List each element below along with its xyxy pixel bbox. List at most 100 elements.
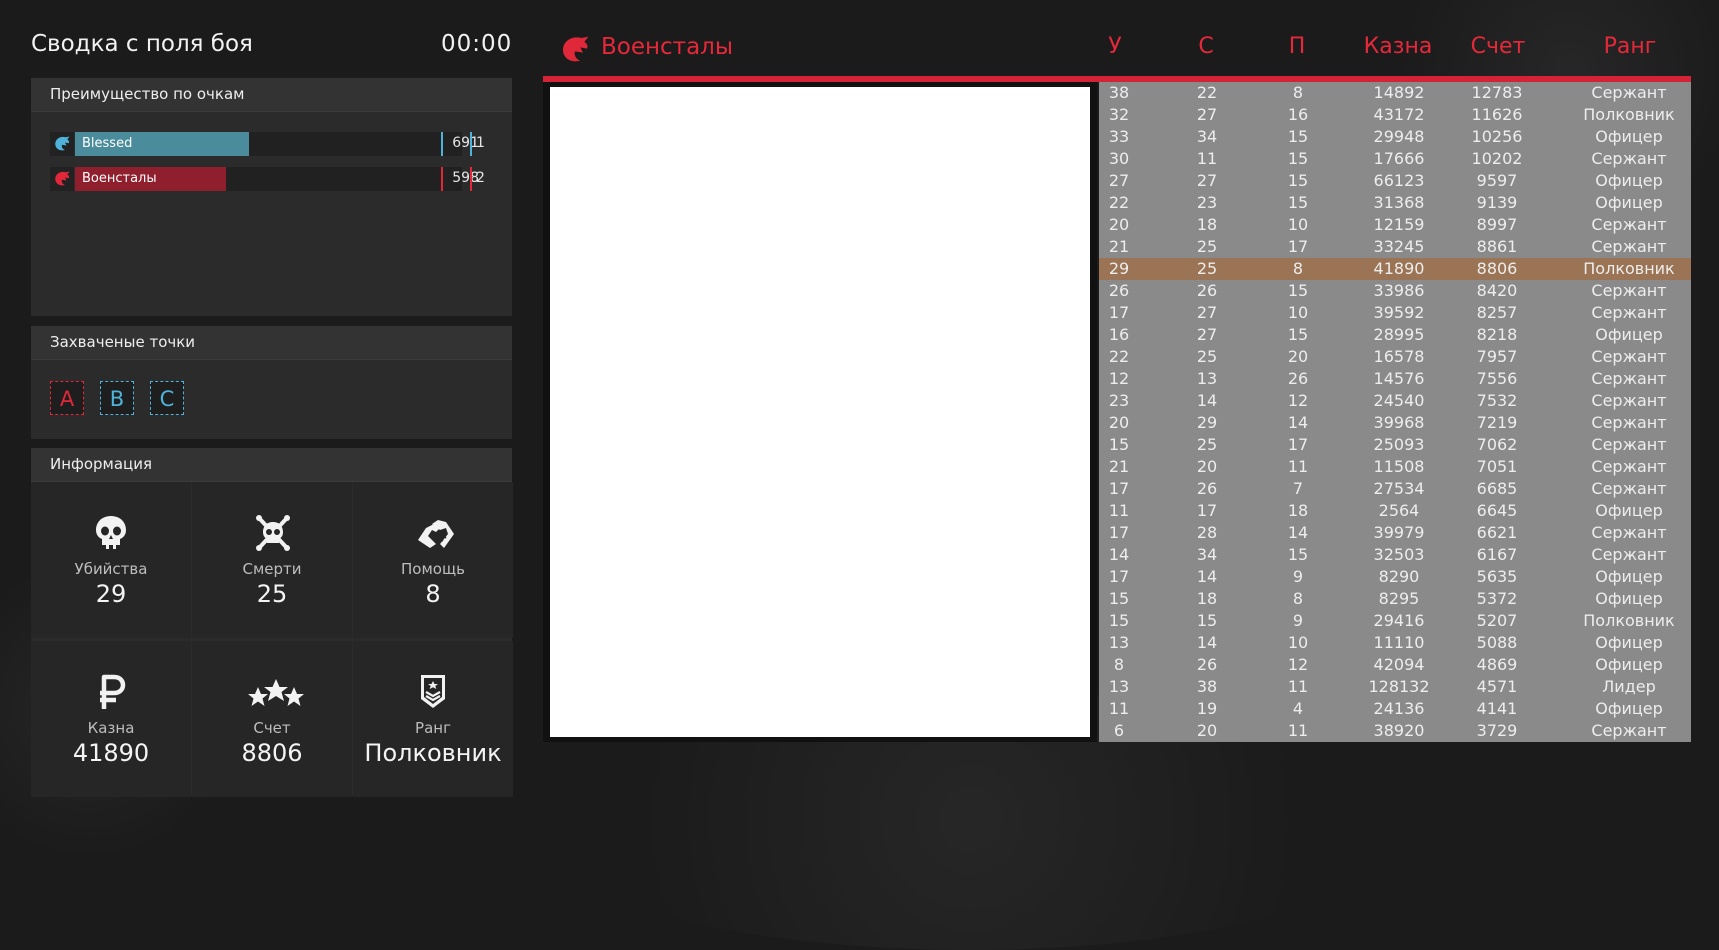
captured-points-panel: Захваченые точки A B C <box>31 326 512 439</box>
table-row[interactable]: 14 34 15 32503 6167 Сержант <box>1099 544 1691 566</box>
table-row[interactable]: 22 25 20 16578 7957 Сержант <box>1099 346 1691 368</box>
team-emblem <box>50 167 74 191</box>
table-row[interactable]: 15 18 8 8295 5372 Офицер <box>1099 588 1691 610</box>
table-row[interactable]: 6 20 11 38920 3729 Сержант <box>1099 720 1691 742</box>
table-cell: 8257 <box>1476 303 1518 322</box>
table-cell: Сержант <box>1591 237 1667 256</box>
column-header-rank[interactable]: Ранг <box>1570 34 1690 59</box>
table-cell: 6685 <box>1476 479 1518 498</box>
stat-label: Убийства <box>74 560 148 578</box>
column-header-score[interactable]: Счет <box>1453 34 1543 59</box>
table-cell: 20 <box>1196 721 1218 740</box>
table-cell: Полковник <box>1583 105 1675 124</box>
table-cell: 21 <box>1108 457 1130 476</box>
stat-deaths: Смерти 25 <box>192 482 352 638</box>
table-row[interactable]: 12 13 26 14576 7556 Сержант <box>1099 368 1691 390</box>
table-cell: 8806 <box>1476 259 1518 278</box>
table-row-current-player[interactable]: 29 25 8 41890 8806 Полковник <box>1099 258 1691 280</box>
table-row[interactable]: 38 22 8 14892 12783 Сержант <box>1099 82 1691 104</box>
table-cell: Сержант <box>1591 281 1667 300</box>
table-cell: 12 <box>1108 369 1130 388</box>
table-cell: 25 <box>1196 259 1218 278</box>
table-row[interactable]: 32 27 16 43172 11626 Полковник <box>1099 104 1691 126</box>
stat-kills: Убийства 29 <box>31 482 191 638</box>
table-row[interactable]: 21 25 17 33245 8861 Сержант <box>1099 236 1691 258</box>
table-row[interactable]: 15 15 9 29416 5207 Полковник <box>1099 610 1691 632</box>
table-cell: 20 <box>1196 457 1218 476</box>
table-row[interactable]: 17 27 10 39592 8257 Сержант <box>1099 302 1691 324</box>
table-cell: Сержант <box>1591 435 1667 454</box>
table-cell: 10 <box>1287 303 1309 322</box>
match-timer: 00:00 <box>441 31 513 57</box>
table-row[interactable]: 20 18 10 12159 8997 Сержант <box>1099 214 1691 236</box>
table-cell: 38920 <box>1373 721 1425 740</box>
table-cell: 66123 <box>1373 171 1425 190</box>
table-row[interactable]: 17 28 14 39979 6621 Сержант <box>1099 522 1691 544</box>
captured-points-title: Захваченые точки <box>31 326 512 360</box>
table-cell: 22 <box>1196 83 1218 102</box>
table-cell: 11626 <box>1471 105 1523 124</box>
table-cell: Полковник <box>1583 259 1675 278</box>
capture-point-a[interactable]: A <box>50 381 84 415</box>
divider <box>470 167 472 191</box>
table-cell: 17 <box>1108 479 1130 498</box>
table-row[interactable]: 17 26 7 27534 6685 Сержант <box>1099 478 1691 500</box>
stat-label: Помощь <box>401 560 465 578</box>
stat-treasury: Казна 41890 <box>31 641 191 797</box>
table-row[interactable]: 23 14 12 24540 7532 Сержант <box>1099 390 1691 412</box>
capture-point-c[interactable]: C <box>150 381 184 415</box>
table-row[interactable]: 15 25 17 25093 7062 Сержант <box>1099 434 1691 456</box>
table-cell: 22 <box>1108 193 1130 212</box>
page-title: Сводка с поля боя <box>31 31 253 57</box>
table-cell: Офицер <box>1595 127 1663 146</box>
table-cell: 16578 <box>1373 347 1425 366</box>
table-row[interactable]: 8 26 12 42094 4869 Офицер <box>1099 654 1691 676</box>
table-cell: 15 <box>1287 149 1309 168</box>
table-row[interactable]: 26 26 15 33986 8420 Сержант <box>1099 280 1691 302</box>
eagle-icon <box>55 171 70 186</box>
table-row[interactable]: 17 14 9 8290 5635 Офицер <box>1099 566 1691 588</box>
table-cell: 8 <box>1292 589 1304 608</box>
table-row[interactable]: 13 14 10 11110 5088 Офицер <box>1099 632 1691 654</box>
table-cell: 38 <box>1108 83 1130 102</box>
stat-value: 41890 <box>72 739 150 767</box>
table-row[interactable]: 33 34 15 29948 10256 Офицер <box>1099 126 1691 148</box>
table-cell: 4141 <box>1476 699 1518 718</box>
capture-point-b[interactable]: B <box>100 381 134 415</box>
table-cell: Офицер <box>1595 699 1663 718</box>
table-row[interactable]: 13 38 11 128132 4571 Лидер <box>1099 676 1691 698</box>
table-cell: 29 <box>1108 259 1130 278</box>
table-row[interactable]: 21 20 11 11508 7051 Сержант <box>1099 456 1691 478</box>
table-cell: 17 <box>1108 303 1130 322</box>
column-header-kills[interactable]: У <box>1090 34 1140 59</box>
table-cell: Сержант <box>1591 479 1667 498</box>
table-cell: 7532 <box>1476 391 1518 410</box>
stars-icon <box>248 679 304 706</box>
table-cell: 33 <box>1108 127 1130 146</box>
table-row[interactable]: 11 17 18 2564 6645 Офицер <box>1099 500 1691 522</box>
table-cell: 5635 <box>1476 567 1518 586</box>
column-header-assists[interactable]: П <box>1272 34 1322 59</box>
table-cell: 10202 <box>1471 149 1523 168</box>
table-cell: 27 <box>1196 171 1218 190</box>
table-cell: 4869 <box>1476 655 1518 674</box>
team-place: 2 <box>476 170 485 186</box>
column-header-deaths[interactable]: С <box>1181 34 1231 59</box>
table-cell: 11 <box>1287 457 1309 476</box>
table-row[interactable]: 11 19 4 24136 4141 Офицер <box>1099 698 1691 720</box>
table-row[interactable]: 20 29 14 39968 7219 Сержант <box>1099 412 1691 434</box>
table-row[interactable]: 30 11 15 17666 10202 Сержант <box>1099 148 1691 170</box>
column-header-treasury[interactable]: Казна <box>1353 34 1443 59</box>
table-row[interactable]: 22 23 15 31368 9139 Офицер <box>1099 192 1691 214</box>
table-row[interactable]: 16 27 15 28995 8218 Офицер <box>1099 324 1691 346</box>
player-preview-area <box>550 87 1090 737</box>
table-cell: Офицер <box>1595 655 1663 674</box>
team-score-bar: Военсталы 598 <box>75 167 479 191</box>
table-cell: 18 <box>1287 501 1309 520</box>
roster-team-name: Военсталы <box>601 34 734 60</box>
table-cell: Офицер <box>1595 171 1663 190</box>
table-cell: 29 <box>1196 413 1218 432</box>
table-row[interactable]: 27 27 15 66123 9597 Офицер <box>1099 170 1691 192</box>
table-cell: 7957 <box>1476 347 1518 366</box>
table-cell: 29416 <box>1373 611 1425 630</box>
